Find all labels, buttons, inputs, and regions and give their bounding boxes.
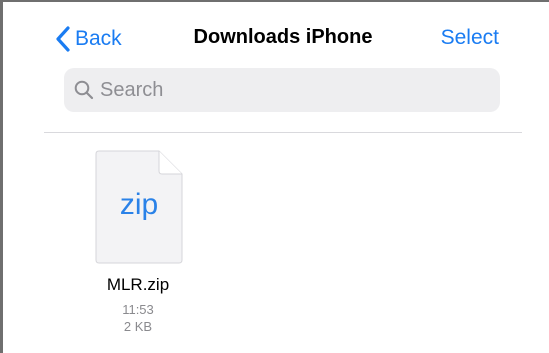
search-input[interactable] (100, 78, 480, 102)
back-label: Back (75, 27, 122, 50)
file-type-label: zip (119, 188, 159, 221)
select-button[interactable]: Select (441, 26, 499, 50)
search-icon (74, 80, 94, 100)
navigation-bar: Back Downloads iPhone Select (3, 2, 549, 66)
files-window: Back Downloads iPhone Select zip MLR.zip… (0, 0, 549, 353)
back-button[interactable]: Back (55, 24, 122, 54)
file-size: 2 KB (123, 319, 153, 334)
file-name: MLR.zip (106, 275, 170, 294)
page-title: Downloads iPhone (193, 26, 373, 48)
divider (44, 132, 522, 133)
file-time: 11:53 (122, 302, 154, 317)
search-bar[interactable] (64, 68, 500, 112)
zip-file-icon: zip (95, 150, 183, 264)
chevron-left-icon (55, 26, 71, 52)
